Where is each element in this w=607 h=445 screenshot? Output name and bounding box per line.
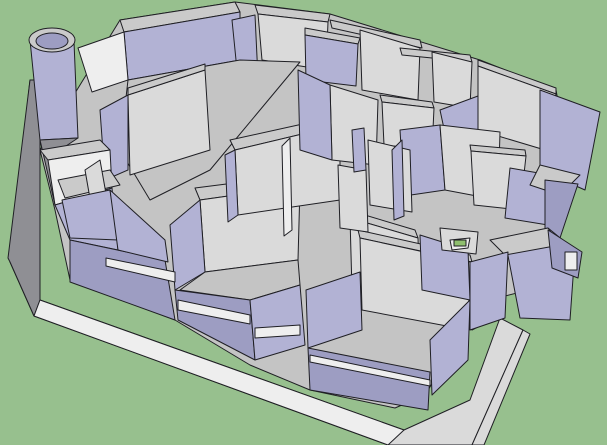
east-perimeter	[469, 251, 509, 331]
building-model[interactable]	[0, 0, 607, 445]
3d-model-viewport[interactable]	[0, 0, 607, 445]
